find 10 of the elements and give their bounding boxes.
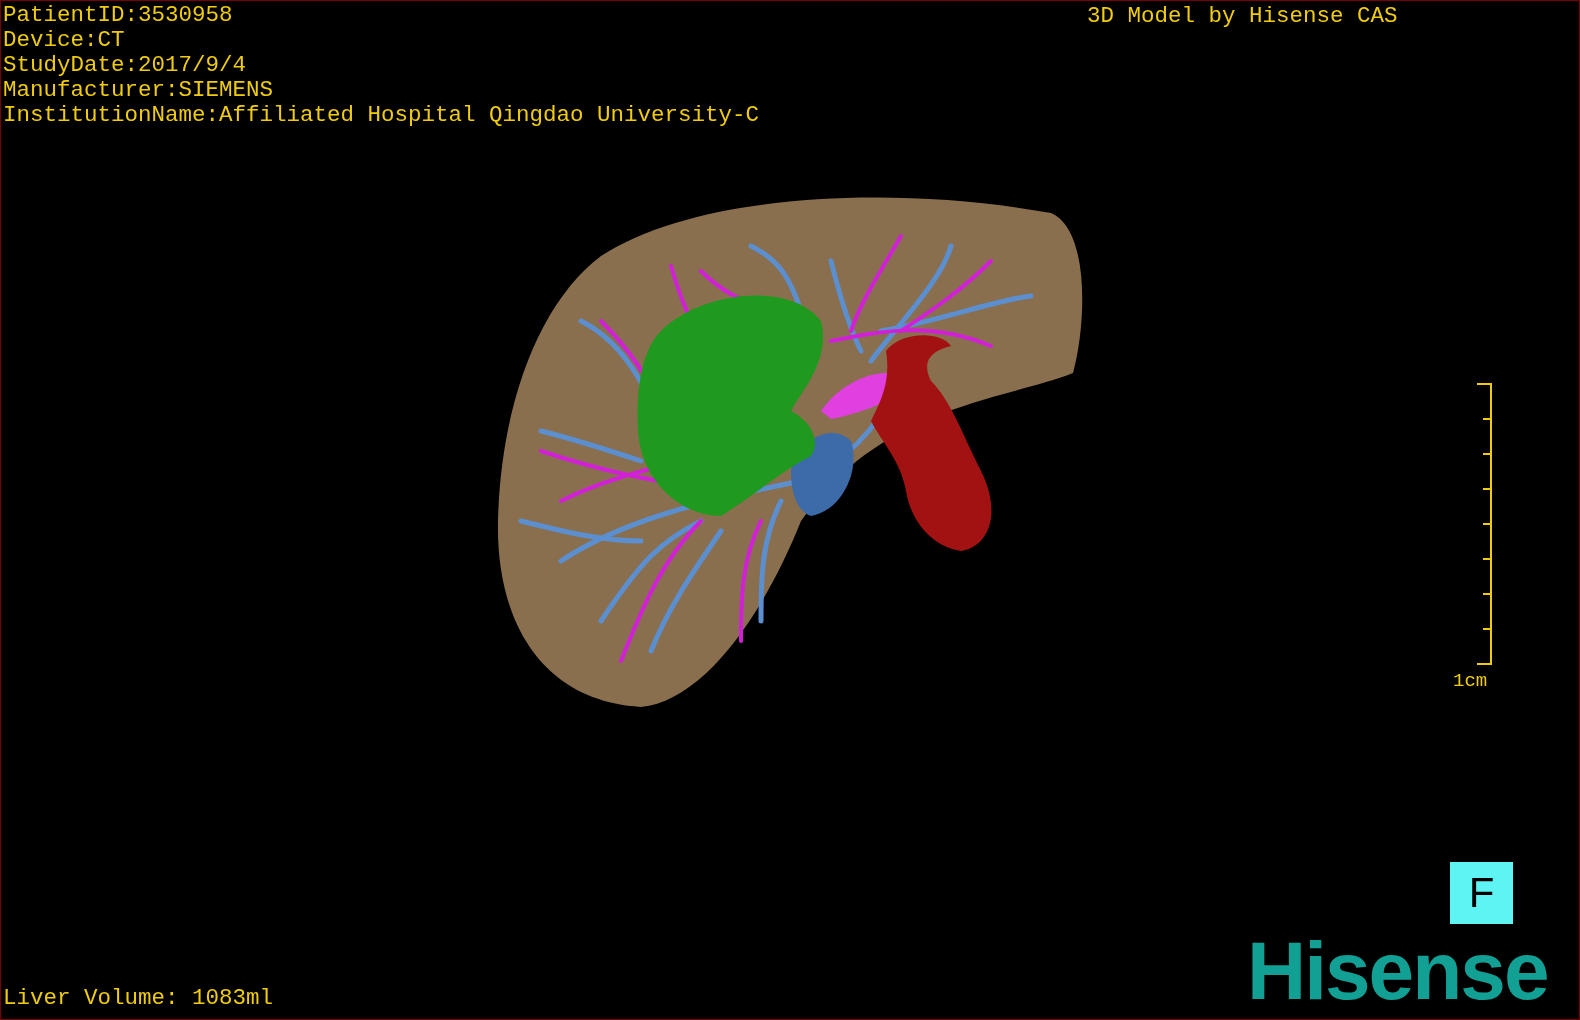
brand-logo: Hisense [1247,931,1548,1011]
study-info-text: Device:CT [3,28,125,53]
study-info-text: PatientID:3530958 [3,3,233,28]
study-info-text: Manufacturer:SIEMENS [3,78,274,103]
study-info-text: InstitutionName:Affiliated Hospital Qingdao University-C [3,103,760,128]
liver-volume-label: Liver Volume: 1083ml [3,986,274,1011]
scale-label: 1cm [1453,669,1488,694]
orientation-marker: F [1450,862,1513,924]
model-credit: 3D Model by Hisense CAS [1087,4,1398,29]
study-info-text: StudyDate:2017/9/4 [3,53,247,78]
